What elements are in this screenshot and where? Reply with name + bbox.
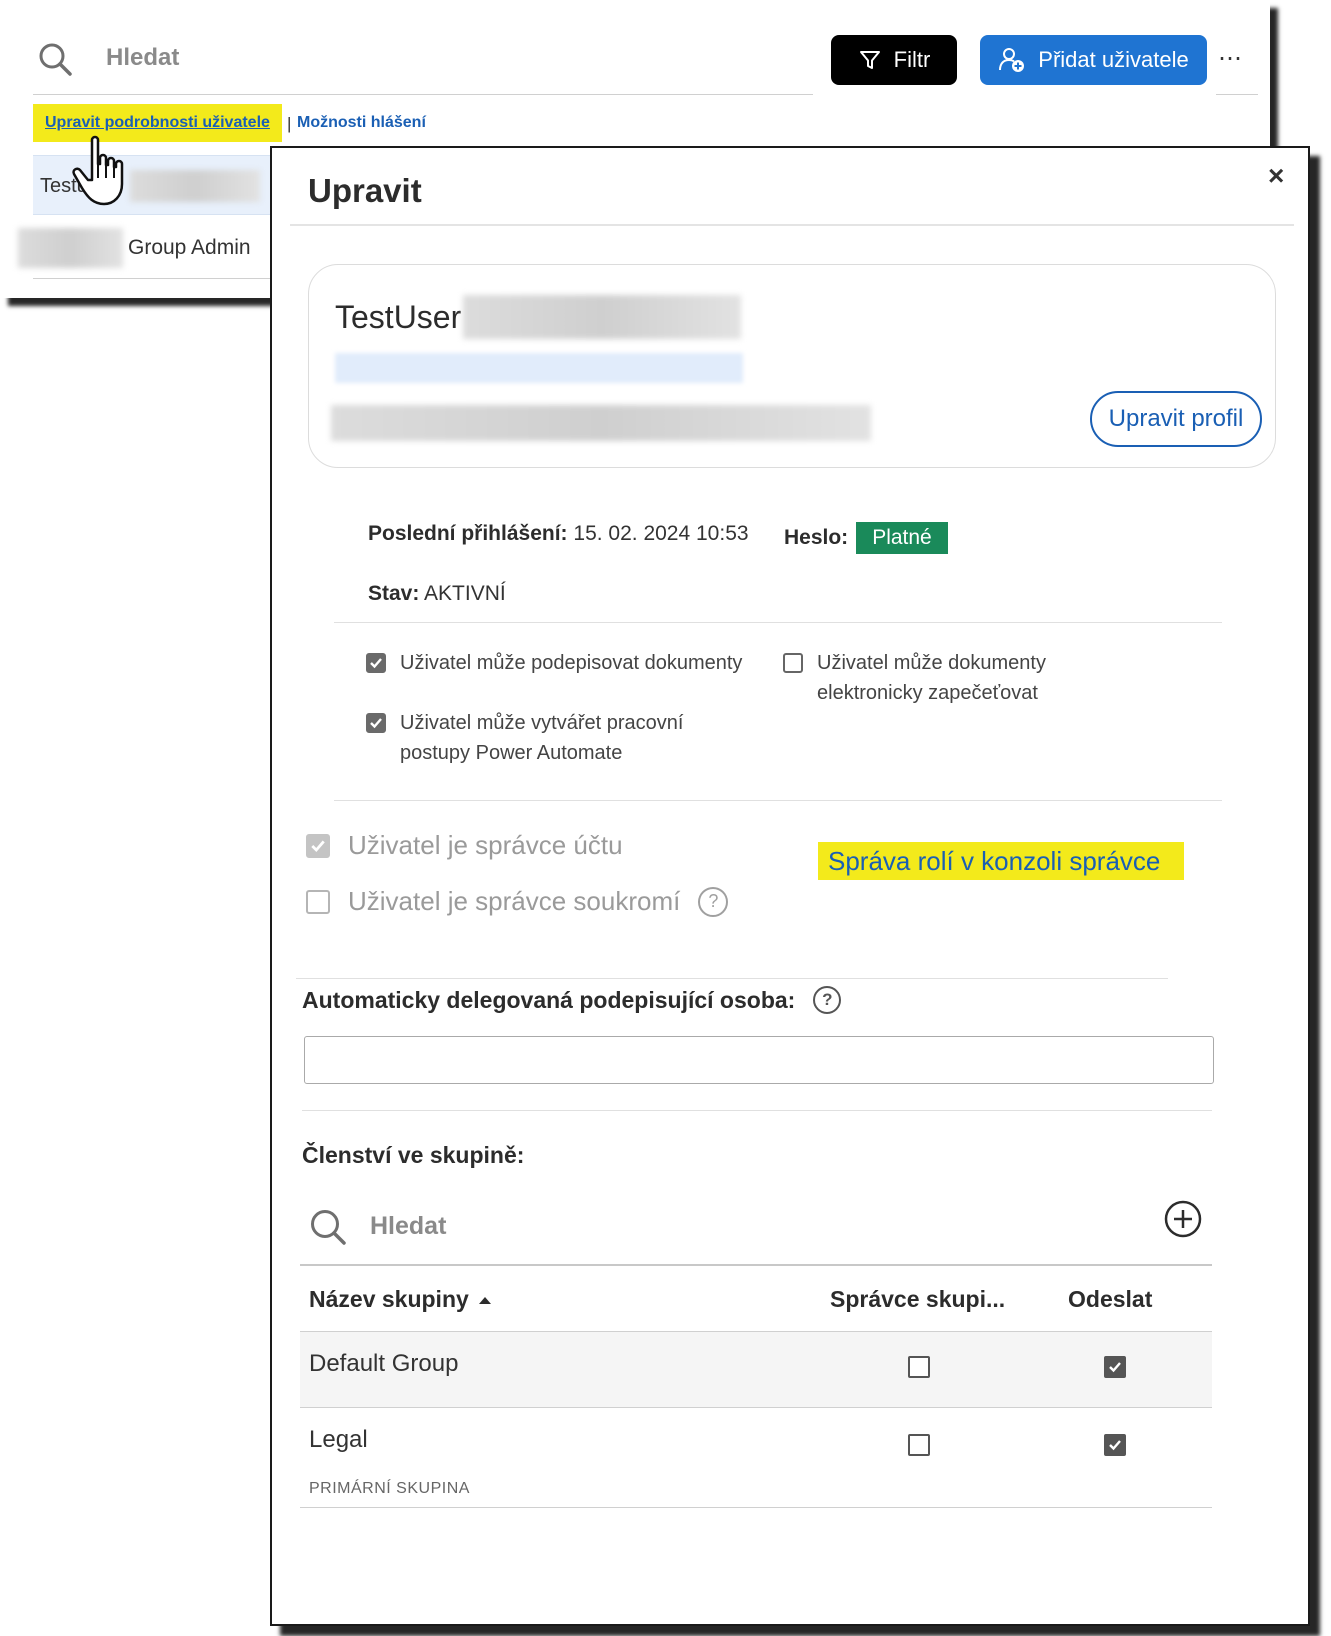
group-membership-label: Členství ve skupině: [302,1142,525,1168]
permission-label: Uživatel může podepisovat dokumenty [400,652,743,674]
user-search-input[interactable]: Hledat [106,44,179,72]
primary-group-badge: PRIMÁRNÍ SKUPINA [309,1480,470,1497]
checkbox-unchecked-disabled [306,889,330,914]
divider [296,978,1168,979]
column-label: Název skupiny [309,1286,469,1312]
add-circle-icon[interactable] [1164,1200,1202,1238]
delegate-signer-label: Automaticky delegovaná podepisující osob… [302,986,842,1014]
edit-profile-button[interactable]: Upravit profil [1090,391,1262,447]
redacted-text [18,228,123,268]
user-row-role: Group Admin [128,236,251,259]
divider [290,224,1294,226]
sort-ascending-icon [478,1297,491,1305]
add-user-icon [999,48,1025,72]
admin-console-roles-link[interactable]: Správa rolí v konzoli správce [818,842,1184,880]
group-search-input[interactable] [368,1206,868,1246]
permission-seal-documents[interactable]: Uživatel může dokumenty elektronicky zap… [783,648,1123,708]
redacted-text [331,405,871,441]
send-checkbox[interactable] [1104,1356,1126,1378]
group-name: Legal [309,1426,368,1453]
last-login: Poslední přihlášení: 15. 02. 2024 10:53 [368,522,749,546]
divider [33,278,273,279]
link-separator: | [287,114,292,133]
search-icon [39,43,72,76]
profile-card: TestUser Upravit profil [308,264,1276,468]
close-icon[interactable]: × [1268,160,1284,192]
delegate-signer-field[interactable] [304,1036,1214,1084]
group-admin-checkbox[interactable] [908,1434,930,1456]
account-admin-label: Uživatel je správce účtu [348,830,623,860]
search-icon [311,1210,346,1245]
more-options-button[interactable]: ⋯ [1218,44,1243,73]
account-admin-option: Uživatel je správce účtu [306,830,623,861]
permission-power-automate[interactable]: Uživatel může vytvářet pracovní postupy … [366,708,746,768]
redacted-text [130,170,260,202]
redacted-text [463,295,741,339]
divider [302,1110,1212,1111]
group-admin-checkbox[interactable] [908,1356,930,1378]
table-row[interactable]: Legal PRIMÁRNÍ SKUPINA [300,1408,1212,1508]
checkbox-checked[interactable] [366,713,386,733]
dialog-title: Upravit [308,172,422,209]
permission-sign-documents[interactable]: Uživatel může podepisovat dokumenty [366,648,746,678]
divider [1216,94,1258,95]
add-user-button-label: Přidat uživatele [1038,47,1189,72]
password-status: Heslo: Platné [784,522,948,554]
hand-pointer-icon [72,135,124,206]
password-label: Heslo: [784,526,849,549]
column-send[interactable]: Odeslat [1068,1286,1152,1313]
privacy-admin-option: Uživatel je správce soukromí ? [306,886,729,917]
add-user-button[interactable]: Přidat uživatele [980,35,1207,85]
privacy-admin-label: Uživatel je správce soukromí [348,886,681,916]
table-row[interactable]: Default Group [300,1332,1212,1408]
table-header: Název skupiny Správce skupi... Odeslat [300,1264,1212,1332]
send-checkbox[interactable] [1104,1434,1126,1456]
divider [33,94,813,95]
last-login-value: 15. 02. 2024 10:53 [573,522,749,545]
divider [334,622,1222,623]
divider [334,800,1222,801]
filter-button-label: Filtr [893,47,931,72]
checkbox-checked-disabled [306,833,330,858]
help-icon[interactable]: ? [698,886,729,917]
funnel-icon [859,51,880,69]
permission-label: Uživatel může vytvářet pracovní postupy … [400,712,684,764]
redacted-email [335,353,743,383]
group-name: Default Group [309,1350,459,1377]
delegate-signer-text: Automaticky delegovaná podepisující osob… [302,986,796,1013]
group-table: Název skupiny Správce skupi... Odeslat D… [300,1264,1212,1508]
user-name: TestUser [335,299,462,335]
account-state: Stav: AKTIVNÍ [368,582,506,606]
checkbox-checked[interactable] [366,653,386,673]
column-group-name[interactable]: Název skupiny [309,1286,491,1313]
status-badge: Platné [856,522,948,554]
filter-button[interactable]: Filtr [831,35,957,85]
last-login-label: Poslední přihlášení: [368,522,568,545]
checkbox-unchecked[interactable] [783,653,803,673]
report-options-link[interactable]: Možnosti hlášení [297,114,426,132]
help-icon[interactable]: ? [813,986,842,1014]
edit-user-dialog: Upravit × TestUser Upravit profil Posled… [270,146,1310,1626]
permission-label: Uživatel může dokumenty elektronicky zap… [817,652,1046,704]
state-value: AKTIVNÍ [424,582,506,605]
column-group-admin[interactable]: Správce skupi... [830,1286,1005,1313]
state-label: Stav: [368,582,420,605]
